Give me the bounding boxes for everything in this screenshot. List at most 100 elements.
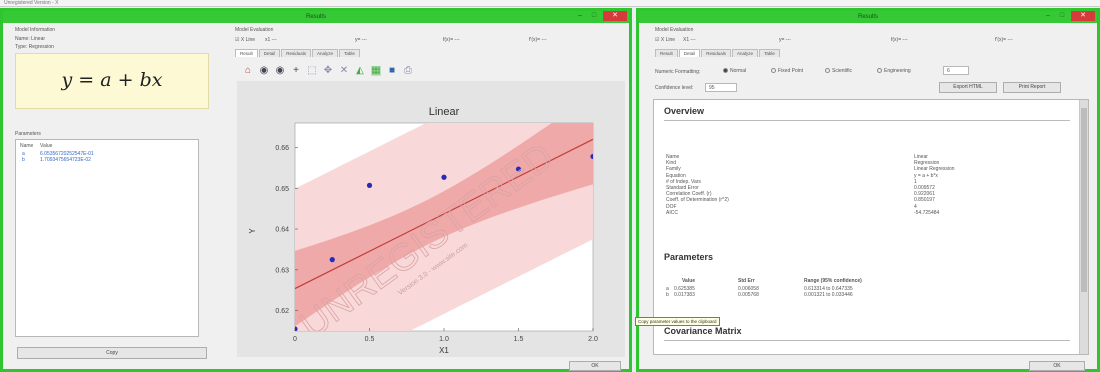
right-minimize-button[interactable]: – xyxy=(1041,11,1055,21)
fpx-readout: f'(x)= --- xyxy=(529,37,547,43)
report-scrollbar-thumb[interactable] xyxy=(1081,108,1087,292)
right-model-evaluation-heading: Model Evaluation xyxy=(655,27,694,33)
copy-button[interactable]: Copy xyxy=(17,347,207,359)
move-icon[interactable]: ✥ xyxy=(323,66,333,76)
right-x-readout: X1 --- xyxy=(683,37,696,43)
left-tabs: Result Detail Residuals Analyze Table xyxy=(235,49,360,57)
param-b-value: 1.7093475654723E-02 xyxy=(40,157,91,163)
chart-toolbar: ⌂ ◉ ◉ + ⬚ ✥ ✕ ◭ ▦ ■ ⎙ xyxy=(243,66,413,76)
zoom-in-icon[interactable]: ◉ xyxy=(275,66,285,76)
tab-analyze[interactable]: Analyze xyxy=(312,49,339,57)
y-tick-label: 0.63 xyxy=(275,267,289,274)
table-icon[interactable]: ▦ xyxy=(371,66,381,76)
tab-table[interactable]: Table xyxy=(339,49,360,57)
home-icon[interactable]: ⌂ xyxy=(243,66,253,76)
right-ok-button[interactable]: OK xyxy=(1029,361,1085,371)
tab-detail[interactable]: Detail xyxy=(258,49,281,57)
left-titlebar: Results – □ ✕ xyxy=(3,11,629,23)
right-tab-table[interactable]: Table xyxy=(759,49,780,57)
equation-box: y = a + bx xyxy=(15,53,209,109)
format-fixed-radio[interactable]: Fixed Point xyxy=(771,68,803,74)
data-point xyxy=(441,174,447,180)
param-col-stderr: Std Err xyxy=(738,278,755,284)
right-tabs: Result Detail Residuals Analyze Table xyxy=(655,49,780,57)
x-line-checkbox[interactable]: ☑ X Line xyxy=(235,37,255,43)
format-scientific-radio[interactable]: Scientific xyxy=(825,68,852,74)
parameters-heading: Parameters xyxy=(15,131,41,137)
left-close-button[interactable]: ✕ xyxy=(603,11,627,21)
right-results-window: Results – □ ✕ Model Evaluation ☑ X Line … xyxy=(635,8,1100,372)
covariance-divider xyxy=(664,340,1070,341)
x-readout: x1 --- xyxy=(265,37,277,43)
right-x-line-label: X Line xyxy=(660,37,676,43)
left-maximize-button[interactable]: □ xyxy=(587,11,601,21)
report-scrollbar[interactable] xyxy=(1079,100,1088,354)
right-tab-analyze[interactable]: Analyze xyxy=(732,49,759,57)
zoom-out-icon[interactable]: ◉ xyxy=(259,66,269,76)
export-html-button[interactable]: Export HTML xyxy=(939,82,997,93)
overview-key: AICC xyxy=(666,209,678,216)
top-strip-text: Unregistered Version - X xyxy=(4,0,59,6)
left-minimize-button[interactable]: – xyxy=(573,11,587,21)
data-point xyxy=(295,326,298,331)
y-tick-label: 0.65 xyxy=(275,186,289,193)
right-tab-residuals[interactable]: Residuals xyxy=(701,49,732,57)
left-ok-button[interactable]: OK xyxy=(569,361,621,371)
data-point xyxy=(366,182,373,188)
y-readout: y= --- xyxy=(355,37,367,43)
parameters-title: Parameters xyxy=(664,252,714,262)
x-tick-label: 1.0 xyxy=(439,336,449,343)
digits-stepper[interactable]: 6 xyxy=(943,66,969,75)
print-icon[interactable]: ⎙ xyxy=(403,66,413,76)
overview-divider xyxy=(664,120,1070,121)
save-image-icon[interactable]: ■ xyxy=(387,66,397,76)
chart-title: Linear xyxy=(429,106,460,118)
right-maximize-button[interactable]: □ xyxy=(1055,11,1069,21)
param-b-name: b xyxy=(22,157,25,163)
right-x-line-checkbox[interactable]: ☑ X Line xyxy=(655,37,675,43)
right-close-button[interactable]: ✕ xyxy=(1071,11,1095,21)
confidence-value: 95 xyxy=(709,85,715,91)
param-col-value: Value xyxy=(682,278,696,284)
tab-residuals[interactable]: Residuals xyxy=(281,49,312,57)
confidence-label: Confidence level: xyxy=(655,85,694,91)
model-type: Type: Regression xyxy=(15,44,54,50)
right-fpx-readout: f'(x)= --- xyxy=(995,37,1013,43)
data-point xyxy=(590,153,593,160)
format-engineering-radio[interactable]: Engineering xyxy=(877,68,911,74)
format-normal-radio[interactable]: Normal xyxy=(723,68,746,74)
overview-values: Linear Regression Linear Regression y = … xyxy=(914,154,1064,216)
select-icon[interactable]: ⬚ xyxy=(307,66,317,76)
linear-fit-chart: Linear 0.62 0.63 0.64 0.65 0.66 0 0.5 1.0 1.5 2.0… xyxy=(248,106,598,355)
model-evaluation-heading: Model Evaluation xyxy=(235,27,274,33)
copy-parameters-tooltip: Copy parameter values to the clipboard xyxy=(635,317,720,326)
x-line-label: X Line xyxy=(240,37,256,43)
right-fx-readout: f(x)= --- xyxy=(891,37,908,43)
cross-icon[interactable]: ✕ xyxy=(339,66,349,76)
x-tick-label: 2.0 xyxy=(588,336,598,343)
overview-keys: Name Kind Family Equation # of Indep. Va… xyxy=(666,154,816,216)
right-tab-result[interactable]: Result xyxy=(655,49,678,57)
left-results-window: Results – □ ✕ Model Information Name: Li… xyxy=(0,8,632,372)
numeric-formatting-label: Numeric Formatting: xyxy=(655,69,701,75)
chart-ylabel: Y xyxy=(248,228,257,234)
tab-result[interactable]: Result xyxy=(235,49,258,57)
data-point xyxy=(329,257,335,263)
overview-title: Overview xyxy=(664,106,705,116)
y-tick-label: 0.64 xyxy=(275,227,289,234)
print-report-button[interactable]: Print Report xyxy=(1003,82,1061,93)
covariance-title: Covariance Matrix xyxy=(664,326,742,336)
y-tick-label: 0.66 xyxy=(275,145,289,152)
confidence-stepper[interactable]: 95 xyxy=(705,83,737,92)
chart-settings-icon[interactable]: ◭ xyxy=(355,66,365,76)
chart-area: Linear 0.62 0.63 0.64 0.65 0.66 0 0.5 1.0 1.5 2.0… xyxy=(237,81,625,357)
right-window-title: Results xyxy=(857,14,878,20)
right-tab-detail[interactable]: Detail xyxy=(678,49,701,57)
model-name: Name: Linear xyxy=(15,36,46,42)
fx-readout: f(x)= --- xyxy=(443,37,460,43)
model-information-heading: Model Information xyxy=(15,27,56,33)
x-tick-label: 0.5 xyxy=(365,336,375,343)
crosshair-icon[interactable]: + xyxy=(291,66,301,76)
top-strip: Unregistered Version - X xyxy=(0,0,1100,7)
left-window-title: Results xyxy=(305,14,326,20)
